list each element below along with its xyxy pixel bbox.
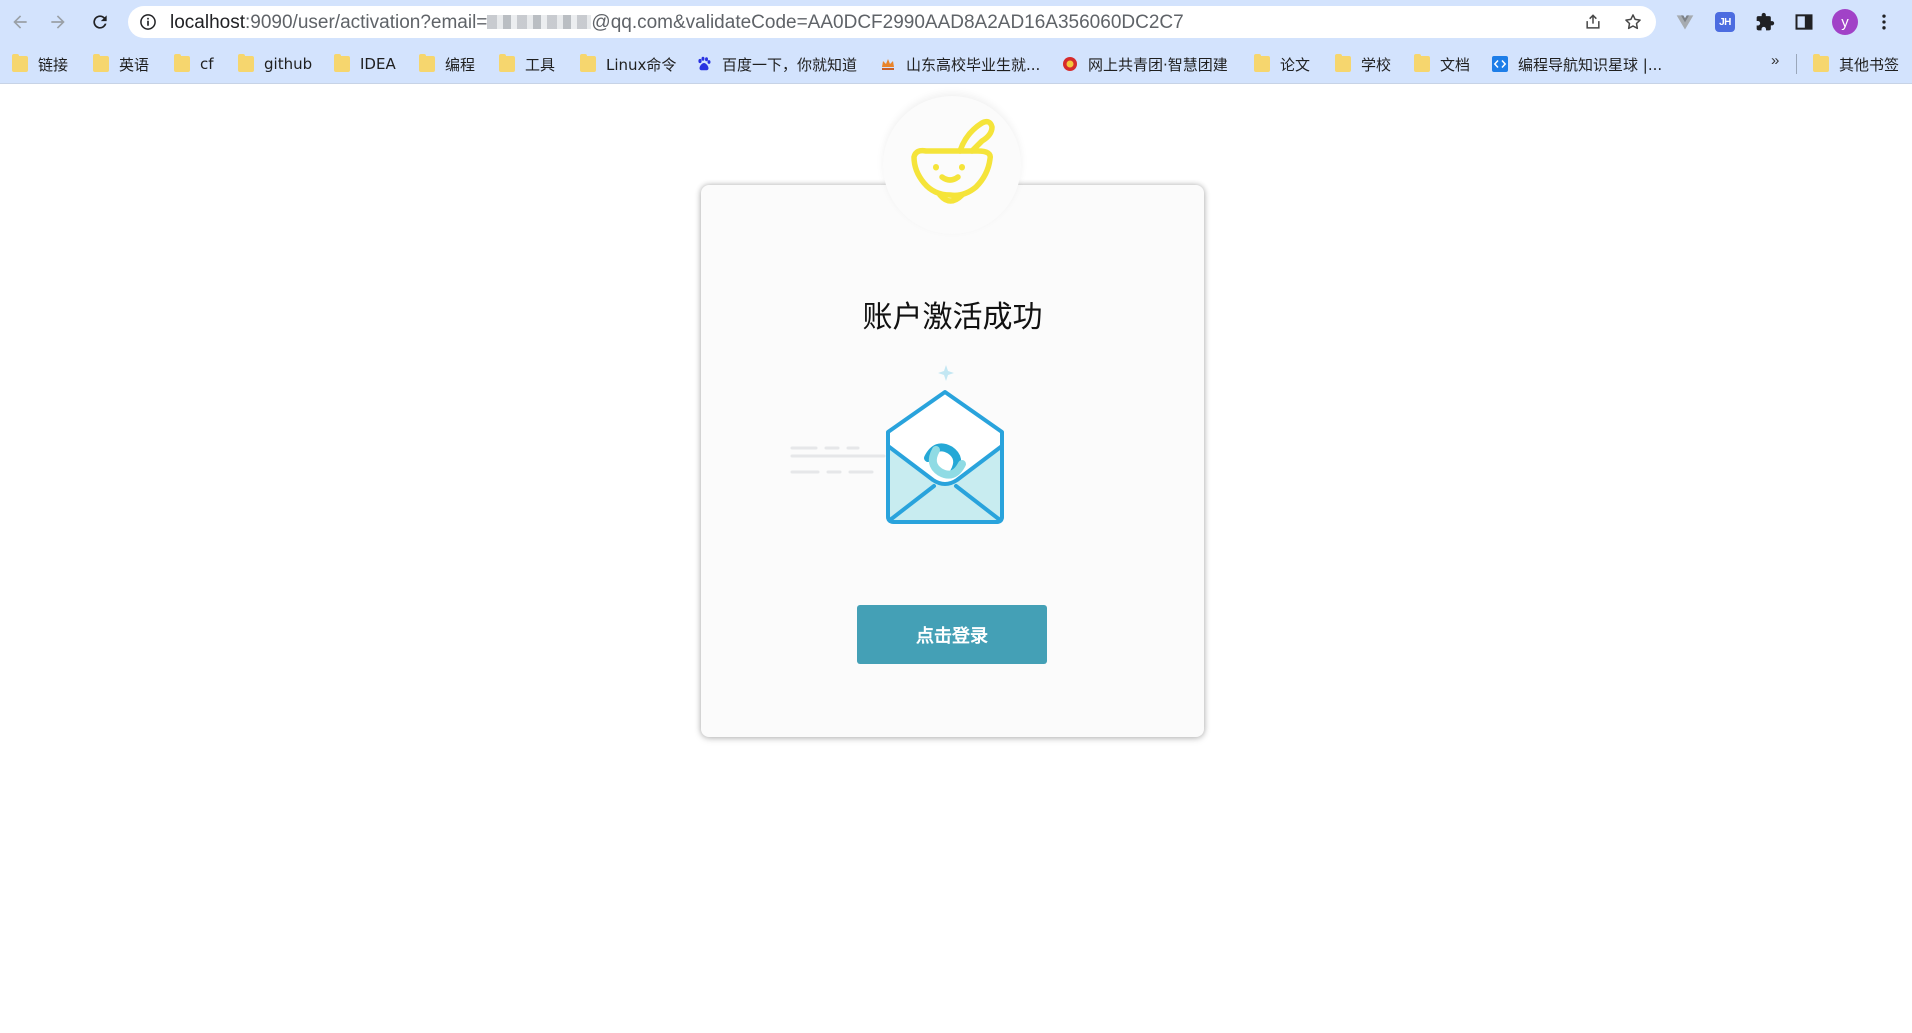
kebab-menu-icon (1882, 14, 1886, 30)
browser-toolbar: localhost:9090/user/activation?email= @qq… (0, 0, 1912, 44)
mail-link-icon (790, 365, 1004, 524)
folder-icon (1414, 54, 1430, 72)
folder-icon (12, 54, 28, 72)
url-path: :9090/user/activation?email= (245, 12, 488, 33)
folder-icon (93, 54, 109, 72)
folder-icon (580, 54, 596, 72)
arrow-right-icon (51, 15, 65, 29)
address-bar[interactable]: localhost:9090/user/activation?email= @qq… (128, 6, 1656, 38)
bookmark-docs[interactable]: 文档 (1414, 53, 1470, 75)
logo-badge (883, 96, 1021, 234)
browser-menu-button[interactable] (1872, 10, 1896, 34)
site-info-icon[interactable] (138, 12, 158, 32)
mortar-pestle-logo-icon (911, 118, 995, 204)
folder-icon (334, 54, 350, 72)
bookmarks-divider (1796, 54, 1797, 74)
url-text[interactable]: localhost:9090/user/activation?email= @qq… (170, 13, 1184, 33)
crown-icon (882, 59, 894, 70)
bookmark-star-icon[interactable] (1623, 12, 1643, 32)
redacted-email (487, 15, 592, 29)
bookmark-tools[interactable]: 工具 (499, 53, 555, 75)
youth-league-icon (1063, 57, 1077, 71)
share-icon[interactable] (1583, 12, 1603, 32)
code-nav-icon (1492, 56, 1508, 72)
folder-icon (238, 54, 254, 72)
url-query: @qq.com&validateCode=AA0DCF2990AAD8A2AD1… (591, 12, 1184, 33)
folder-icon (419, 54, 435, 72)
bookmark-english[interactable]: 英语 (93, 53, 149, 75)
url-host: localhost (170, 12, 245, 33)
extension-v-button[interactable] (1673, 10, 1697, 34)
arrow-left-icon (13, 15, 27, 29)
extension-jh-button[interactable]: JH (1713, 10, 1737, 34)
extensions-button[interactable] (1753, 10, 1777, 34)
profile-avatar[interactable]: y (1832, 9, 1858, 35)
bookmark-cf[interactable]: cf (174, 53, 214, 75)
page-title: 账户激活成功 (862, 300, 1043, 335)
bookmarks-overflow-button[interactable]: » (1771, 52, 1779, 69)
reload-icon (93, 15, 107, 29)
back-button[interactable] (4, 6, 36, 38)
side-panel-button[interactable] (1792, 10, 1816, 34)
bookmark-code-nav[interactable]: 编程导航知识星球 |... (1492, 53, 1662, 75)
forward-button[interactable] (42, 6, 74, 38)
folder-icon (1335, 54, 1351, 72)
folder-icon (1813, 54, 1829, 72)
bookmark-links[interactable]: 链接 (12, 53, 68, 75)
bookmark-baidu[interactable]: 百度一下，你就知道 (696, 53, 857, 75)
bookmark-github[interactable]: github (238, 53, 312, 75)
baidu-paw-icon (698, 56, 711, 71)
jh-extension-icon: JH (1715, 12, 1735, 32)
puzzle-icon (1756, 12, 1775, 31)
folder-icon (1254, 54, 1270, 72)
folder-icon (499, 54, 515, 72)
bookmark-other[interactable]: 其他书签 (1813, 53, 1899, 75)
bookmark-school[interactable]: 学校 (1335, 53, 1391, 75)
vue-devtools-icon (1676, 15, 1694, 30)
login-button[interactable]: 点击登录 (857, 605, 1047, 664)
bookmark-idea[interactable]: IDEA (334, 53, 396, 75)
side-panel-icon (1795, 14, 1813, 30)
reload-button[interactable] (84, 6, 116, 38)
bookmark-youth-league[interactable]: 网上共青团·智慧团建 (1062, 53, 1228, 75)
folder-icon (174, 54, 190, 72)
bookmark-papers[interactable]: 论文 (1254, 53, 1310, 75)
bookmarks-bar: 链接 英语 cf github IDEA 编程 工具 Linux命令 百度一下，… (0, 44, 1912, 84)
bookmark-linux-commands[interactable]: Linux命令 (580, 53, 676, 75)
bookmark-programming[interactable]: 编程 (419, 53, 475, 75)
bookmark-shandong-graduates[interactable]: 山东高校毕业生就... (880, 53, 1040, 75)
